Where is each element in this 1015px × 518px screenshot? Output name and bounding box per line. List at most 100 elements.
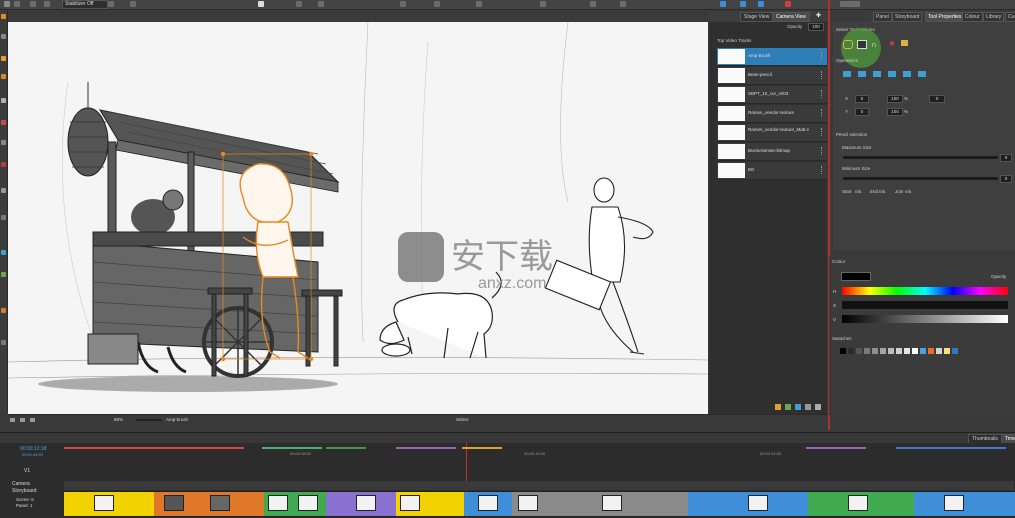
y-field[interactable]: 0 <box>855 108 869 116</box>
colour-swatch[interactable] <box>872 348 878 354</box>
layer-row-5[interactable]: Businessman-bitmap <box>717 143 827 161</box>
colour-swatch[interactable] <box>888 348 894 354</box>
layer-opacity-field[interactable]: 100 <box>808 23 824 31</box>
add-bitmap-layer-icon[interactable] <box>795 404 801 410</box>
timeline-clip[interactable] <box>154 491 264 517</box>
stabilizer-select[interactable]: Stabilizer Off <box>62 0 108 9</box>
maximum-size-field[interactable]: 0 <box>1000 154 1012 162</box>
value-slider[interactable] <box>842 315 1008 323</box>
colour-swatch[interactable] <box>912 348 918 354</box>
colour-swatch[interactable] <box>944 348 950 354</box>
layer-row-0[interactable]: Amp-Brush <box>717 48 827 66</box>
pencil-settings-icon[interactable] <box>44 1 50 7</box>
colour-swatch[interactable] <box>920 348 926 354</box>
record-icon[interactable] <box>785 1 791 7</box>
layout-icon[interactable] <box>540 1 546 7</box>
rotate-tool-icon[interactable] <box>1 340 6 345</box>
drag-handle-icon[interactable] <box>821 128 823 136</box>
tab-more[interactable]: Cu <box>1005 12 1015 22</box>
paint-tool-icon[interactable] <box>1 162 6 167</box>
lasso-icon[interactable] <box>843 40 853 49</box>
flip-horizontal-icon[interactable] <box>843 71 851 77</box>
zoom-level[interactable]: 88% <box>114 417 123 422</box>
reset-view-icon[interactable] <box>20 418 25 422</box>
colour-swatch[interactable] <box>904 348 910 354</box>
cutter-tool-icon[interactable] <box>1 120 6 125</box>
select-mode-icon[interactable] <box>258 1 264 7</box>
onion-skin-icon[interactable] <box>318 1 324 7</box>
rotate-view-icon[interactable] <box>30 418 35 422</box>
timeline-clip[interactable] <box>264 491 326 517</box>
flip-vertical-icon[interactable] <box>858 71 866 77</box>
tab-colour[interactable]: Colour <box>962 12 983 22</box>
drag-handle-icon[interactable] <box>821 71 823 79</box>
height-field[interactable]: 100 <box>887 108 903 116</box>
light-table-icon[interactable] <box>620 1 626 7</box>
tab-storyboard[interactable]: Storyboard <box>892 12 923 22</box>
colour-swatch[interactable] <box>856 348 862 354</box>
eraser-icon[interactable] <box>434 1 440 7</box>
drag-handle-icon[interactable] <box>821 109 823 117</box>
brush-tool-icon[interactable] <box>1 56 6 61</box>
tab-tool-properties[interactable]: Tool Properties <box>925 12 965 22</box>
layer-options-icon[interactable] <box>805 404 811 410</box>
drag-handle-icon[interactable] <box>821 52 823 60</box>
add-vector-layer-icon[interactable] <box>785 404 791 410</box>
stroke-option-icon[interactable] <box>108 1 114 7</box>
tab-stage-view[interactable]: Stage View <box>740 12 774 22</box>
timeline-clip[interactable] <box>808 491 914 517</box>
layer-row-6[interactable]: BG <box>717 162 827 180</box>
end-value[interactable]: n/a <box>879 189 885 194</box>
tab-panel[interactable]: Panel <box>873 12 892 22</box>
apply-to-all-icon[interactable] <box>901 40 908 46</box>
snap-magnet-icon[interactable]: ∩ <box>871 40 877 49</box>
timeline-clip[interactable] <box>396 491 464 517</box>
volume-slider[interactable] <box>840 1 860 7</box>
layer-row-3[interactable]: Ramen_vendor-texture <box>717 105 827 123</box>
select-tool-icon[interactable] <box>1 14 6 19</box>
angle-field[interactable]: 0 <box>929 95 945 103</box>
zoom-tool-icon[interactable] <box>1 308 6 313</box>
colour-swatch[interactable] <box>936 348 942 354</box>
x-field[interactable]: 0 <box>855 95 869 103</box>
timeline-clip[interactable] <box>64 491 154 517</box>
join-value[interactable]: n/a <box>905 189 911 194</box>
shape-tool-icon[interactable] <box>1 140 6 145</box>
colour-swatch[interactable] <box>880 348 886 354</box>
smooth-icon[interactable] <box>903 71 911 77</box>
zoom-slider[interactable] <box>136 419 162 421</box>
tab-library[interactable]: Library <box>983 12 1005 22</box>
colour-swatch[interactable] <box>864 348 870 354</box>
eraser-tool-icon[interactable] <box>1 98 6 103</box>
drag-handle-icon[interactable] <box>821 147 823 155</box>
layer-row-4[interactable]: Ramen_vendor-texture_Matt e <box>717 124 827 142</box>
redo-icon[interactable] <box>14 1 20 7</box>
timeline-clip[interactable] <box>326 491 396 517</box>
marquee-icon[interactable] <box>857 40 867 49</box>
camera-tool-icon[interactable] <box>1 250 6 255</box>
timeline-clip[interactable] <box>464 491 512 517</box>
camera-view-canvas[interactable]: 安下载 anxz.com <box>8 22 708 414</box>
rotate-ccw-icon[interactable] <box>888 71 896 77</box>
delete-layer-icon[interactable] <box>815 404 821 410</box>
shape-option-icon[interactable] <box>130 1 136 7</box>
camera-track[interactable] <box>64 481 1014 490</box>
flatten-icon[interactable] <box>918 71 926 77</box>
table-icon[interactable] <box>590 1 596 7</box>
highlight-icon[interactable]: ✱ <box>889 40 895 48</box>
fit-view-icon[interactable] <box>10 418 15 422</box>
saturation-slider[interactable] <box>842 301 1008 309</box>
snap-icon[interactable] <box>296 1 302 7</box>
timeline-clip[interactable] <box>914 491 1015 517</box>
current-colour-swatch[interactable] <box>841 272 871 281</box>
add-layer-icon[interactable] <box>775 404 781 410</box>
layer-row-1[interactable]: Bean-pencil <box>717 67 827 85</box>
grid-icon[interactable] <box>476 1 482 7</box>
undo-icon[interactable] <box>4 1 10 7</box>
drag-handle-icon[interactable] <box>821 90 823 98</box>
tab-camera-view[interactable]: Camera View <box>772 12 810 22</box>
brush-settings-icon[interactable] <box>30 1 36 7</box>
play-icon[interactable] <box>720 1 726 7</box>
start-value[interactable]: n/a <box>855 189 861 194</box>
layer-row-2[interactable]: SBPT_10_cur_v003 <box>717 86 827 104</box>
